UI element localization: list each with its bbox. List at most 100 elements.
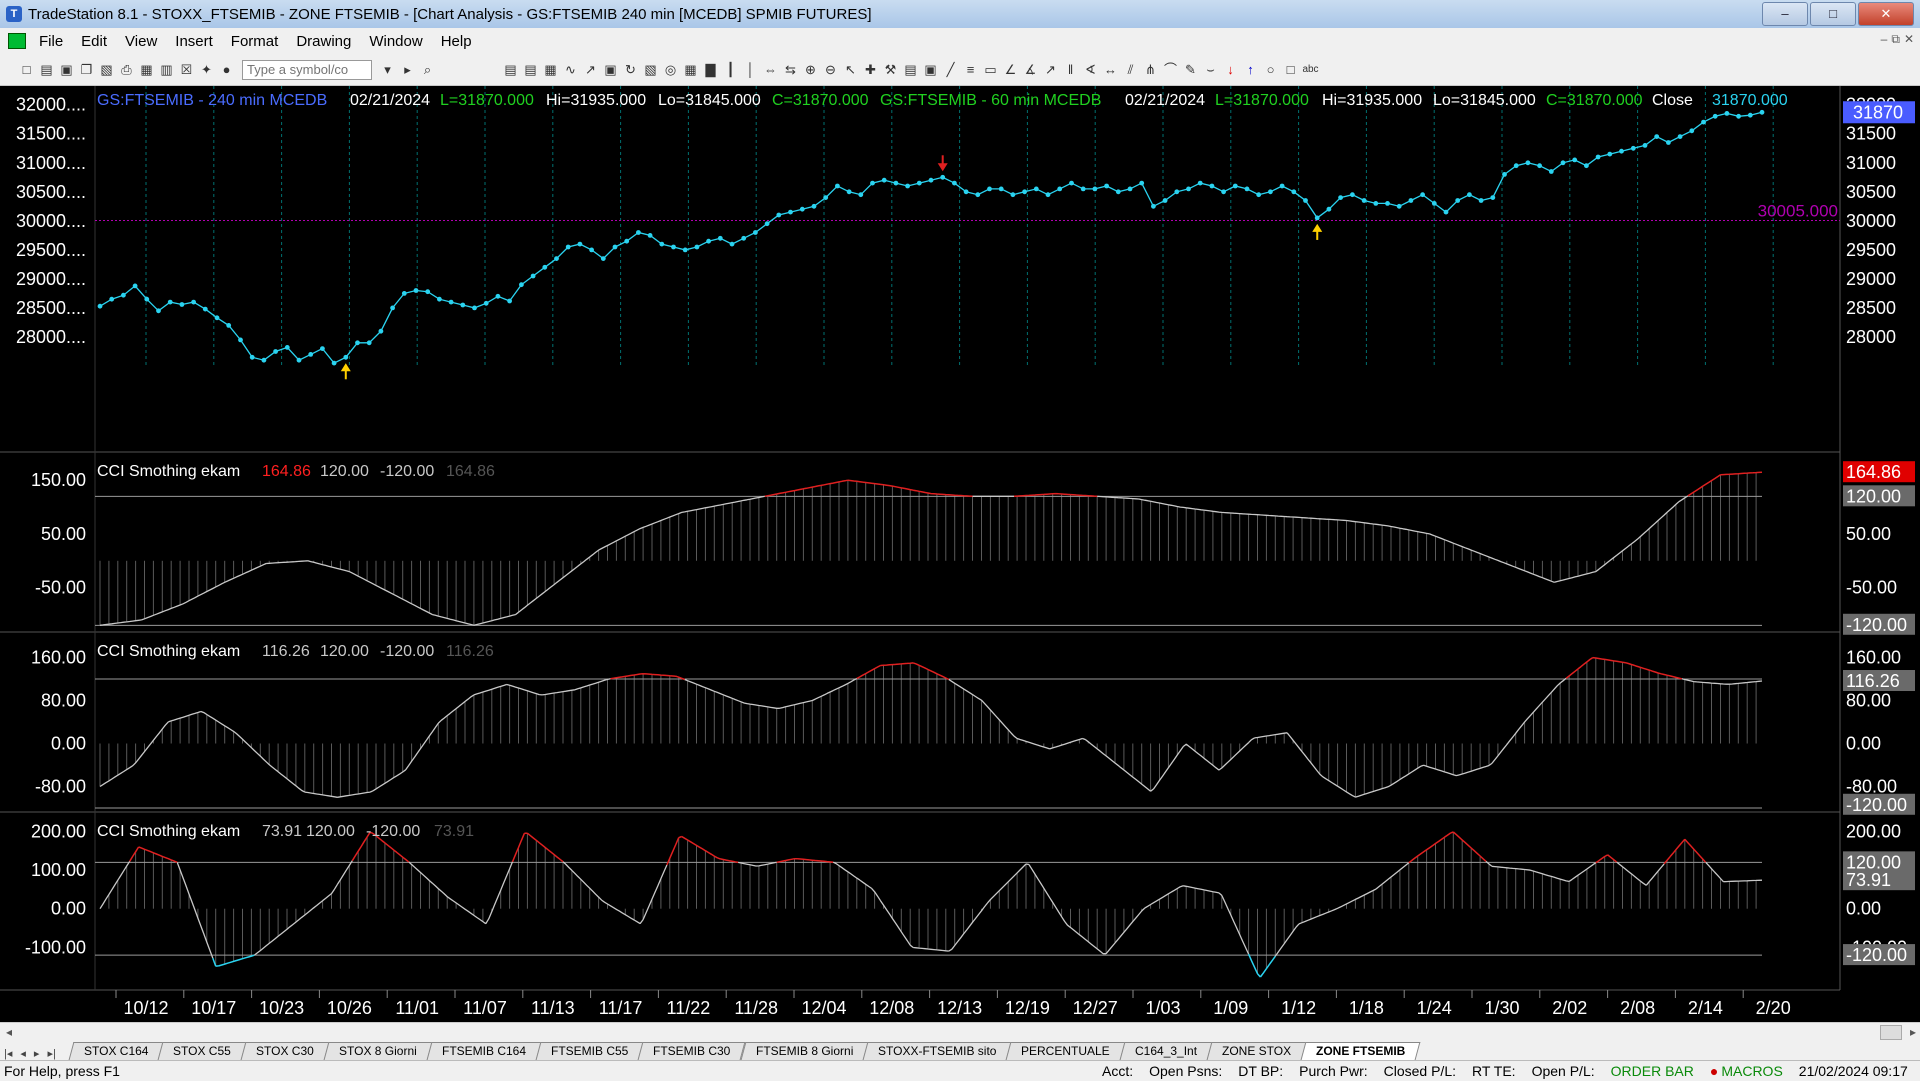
price-point[interactable] — [308, 352, 314, 357]
price-point[interactable] — [530, 273, 536, 279]
angle-icon[interactable]: ∢ — [1082, 61, 1099, 78]
cci-pane-1[interactable]: CCI Smothing ekam 164.86 120.00 -120.00 164.… — [31, 461, 1915, 635]
price-point[interactable] — [1630, 145, 1636, 151]
zoom-in-icon[interactable]: ⊕ — [802, 61, 819, 78]
price-point[interactable] — [109, 296, 115, 302]
price-point[interactable] — [846, 189, 852, 195]
price-point[interactable] — [1513, 163, 1519, 169]
workspace-tab[interactable]: FTSEMIB C30 — [637, 1042, 746, 1060]
price-point[interactable] — [191, 299, 197, 305]
price-point[interactable] — [1642, 143, 1648, 148]
price-point[interactable] — [1104, 183, 1109, 189]
price-point[interactable] — [682, 247, 688, 253]
price-point[interactable] — [1186, 186, 1191, 192]
price-point[interactable] — [320, 346, 325, 351]
price-point[interactable] — [1712, 113, 1718, 119]
new-file-icon[interactable]: □ — [18, 61, 35, 78]
price-point[interactable] — [1443, 209, 1449, 215]
price-point[interactable] — [460, 302, 466, 308]
cci-line-overbought[interactable] — [764, 471, 1763, 498]
price-point[interactable] — [1525, 160, 1531, 166]
up-arrow-icon[interactable]: ↑ — [1242, 61, 1259, 78]
price-point[interactable] — [823, 195, 829, 200]
price-point[interactable] — [788, 209, 793, 215]
grid-icon[interactable]: ▦ — [542, 61, 559, 78]
pointer-icon[interactable]: ↖ — [842, 61, 859, 78]
curve-icon[interactable]: ⌣ — [1202, 61, 1219, 78]
mdi-restore-icon[interactable]: ⧉ — [1891, 32, 1900, 47]
price-point[interactable] — [1314, 215, 1320, 221]
price-point[interactable] — [1010, 192, 1016, 198]
workspace-tab[interactable]: STOXX-FTSEMIB sito — [862, 1042, 1012, 1060]
parallel-lines-icon[interactable]: ⫽ — [1122, 61, 1139, 78]
price-point[interactable] — [425, 289, 431, 295]
tools-icon[interactable]: ⚒ — [882, 61, 899, 78]
menu-format[interactable]: Format — [222, 33, 288, 50]
price-point[interactable] — [1361, 198, 1367, 203]
price-point[interactable] — [893, 180, 899, 186]
ohlc-icon[interactable]: │ — [742, 61, 759, 78]
price-point[interactable] — [1595, 154, 1601, 160]
price-point[interactable] — [1584, 163, 1589, 169]
price-point[interactable] — [975, 192, 981, 198]
price-point[interactable] — [296, 357, 302, 363]
dropdown-arrow-icon[interactable]: ▾ — [379, 61, 396, 78]
price-point[interactable] — [858, 192, 864, 198]
menu-view[interactable]: View — [116, 33, 166, 50]
trendline-icon[interactable]: ╱ — [942, 61, 959, 78]
price-pane[interactable]: GS:FTSEMIB - 240 min MCEDB 02/21/2024 L=… — [16, 92, 1915, 380]
price-point[interactable] — [1232, 183, 1238, 189]
menu-edit[interactable]: Edit — [72, 33, 116, 50]
workspace-tab[interactable]: FTSEMIB C164 — [426, 1042, 542, 1060]
price-point[interactable] — [1666, 140, 1671, 145]
print-preview-icon[interactable]: ▦ — [138, 61, 155, 78]
price-point[interactable] — [378, 328, 384, 334]
workspace-tab[interactable]: STOX C30 — [240, 1042, 330, 1060]
save-icon[interactable]: ▣ — [58, 61, 75, 78]
copy-icon[interactable]: ❐ — [78, 61, 95, 78]
price-point[interactable] — [390, 305, 395, 311]
price-point[interactable] — [1139, 180, 1145, 186]
price-point[interactable] — [519, 282, 524, 288]
price-point[interactable] — [144, 296, 150, 302]
price-point[interactable] — [483, 300, 489, 306]
price-point[interactable] — [1174, 189, 1180, 195]
price-point[interactable] — [1373, 201, 1379, 206]
price-point[interactable] — [1022, 189, 1027, 195]
price-point[interactable] — [694, 244, 700, 250]
bar-chart-icon[interactable]: ▇ — [702, 61, 719, 78]
price-point[interactable] — [1244, 186, 1250, 192]
cci-pane-3[interactable]: CCI Smothing ekam 73.91 120.00 -120.00 73.91… — [25, 821, 1915, 978]
price-point[interactable] — [1069, 180, 1074, 186]
scanner-icon[interactable]: ◎ — [662, 61, 679, 78]
price-point[interactable] — [1396, 203, 1402, 209]
price-point[interactable] — [238, 337, 243, 343]
price-point[interactable] — [1127, 186, 1133, 192]
price-point[interactable] — [729, 241, 735, 247]
price-point[interactable] — [1033, 186, 1039, 192]
menu-drawing[interactable]: Drawing — [287, 33, 360, 50]
price-point[interactable] — [1338, 195, 1343, 200]
price-point[interactable] — [589, 247, 594, 253]
price-point[interactable] — [1607, 151, 1613, 157]
chart-analysis-window[interactable]: GS:FTSEMIB - 240 min MCEDB 02/21/2024 L=… — [0, 86, 1920, 1022]
price-point[interactable] — [1268, 189, 1273, 195]
price-point[interactable] — [1197, 180, 1203, 186]
price-point[interactable] — [612, 244, 618, 250]
print-icon[interactable]: ⎙ — [118, 61, 135, 78]
price-point[interactable] — [1221, 189, 1226, 195]
price-point[interactable] — [928, 177, 934, 183]
alert-icon[interactable]: ▣ — [922, 61, 939, 78]
price-point[interactable] — [717, 235, 723, 241]
workspace-tab[interactable]: FTSEMIB C55 — [535, 1042, 644, 1060]
price-point[interactable] — [577, 241, 583, 247]
matrix-icon[interactable]: ▦ — [682, 61, 699, 78]
price-point[interactable] — [1490, 195, 1496, 200]
price-point[interactable] — [167, 299, 173, 305]
price-point[interactable] — [1619, 148, 1624, 154]
vertical-line-icon[interactable]: ‖ — [1062, 61, 1079, 78]
macros-button[interactable]: MACROS — [1702, 1063, 1791, 1079]
price-point[interactable] — [507, 298, 512, 304]
cci-line-oversold[interactable] — [212, 953, 1276, 978]
arc-icon[interactable]: ⌒ — [1162, 61, 1179, 78]
